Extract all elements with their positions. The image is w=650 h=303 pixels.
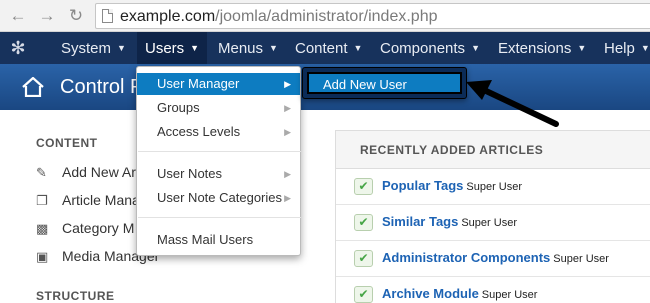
menu-item-user-notes[interactable]: User Notes ▶ bbox=[137, 163, 300, 185]
menu-users[interactable]: Users ▼ bbox=[137, 32, 208, 64]
copy-icon: ❐ bbox=[36, 193, 48, 208]
sidebar-item-label: Article Mana bbox=[62, 192, 140, 208]
recent-articles-panel: RECENTLY ADDED ARTICLES ✔ Popular Tags Su… bbox=[335, 130, 650, 303]
menu-item-label: Mass Mail Users bbox=[157, 232, 254, 247]
menu-help-label: Help bbox=[604, 40, 635, 57]
menu-item-groups[interactable]: Groups ▶ bbox=[137, 97, 300, 119]
menu-item-label: Groups bbox=[157, 100, 200, 115]
menu-content-label: Content bbox=[295, 40, 348, 57]
menu-item-user-note-categories[interactable]: User Note Categories ▶ bbox=[137, 187, 300, 209]
caret-down-icon: ▼ bbox=[269, 43, 278, 53]
published-check-icon[interactable]: ✔ bbox=[354, 214, 373, 231]
caret-down-icon: ▼ bbox=[471, 43, 480, 53]
panel-title: RECENTLY ADDED ARTICLES bbox=[360, 143, 544, 157]
article-link[interactable]: Popular Tags bbox=[382, 178, 463, 193]
menu-item-label: User Note Categories bbox=[157, 190, 282, 205]
article-row: ✔ Administrator Components Super User bbox=[336, 241, 650, 277]
menu-users-label: Users bbox=[145, 40, 185, 57]
article-author: Super User bbox=[553, 253, 609, 265]
article-link[interactable]: Archive Module bbox=[382, 286, 479, 301]
joomla-logo-icon[interactable]: ✻ bbox=[8, 38, 28, 58]
users-dropdown-menu: User Manager ▶ Groups ▶ Access Levels ▶ Use… bbox=[136, 66, 301, 256]
menu-system[interactable]: System ▼ bbox=[61, 32, 126, 64]
menu-content[interactable]: Content ▼ bbox=[295, 32, 362, 64]
sidebar-item-article-manager[interactable]: ❐ Article Mana bbox=[36, 192, 140, 212]
url-text[interactable]: example.com/joomla/administrator/index.p… bbox=[120, 7, 438, 26]
menu-help[interactable]: Help ▼ bbox=[604, 32, 650, 64]
forward-arrow-icon[interactable]: → bbox=[37, 6, 57, 26]
sidebar-item-add-new-article[interactable]: ✎ Add New Ar bbox=[36, 164, 136, 184]
article-author: Super User bbox=[481, 289, 538, 301]
menu-item-access-levels[interactable]: Access Levels ▶ bbox=[137, 121, 300, 143]
menu-item-label: User Manager bbox=[157, 76, 240, 91]
menu-divider bbox=[138, 151, 301, 152]
panel-header: RECENTLY ADDED ARTICLES bbox=[336, 131, 650, 169]
article-row: ✔ Popular Tags Super User bbox=[336, 169, 650, 205]
menu-item-label: Access Levels bbox=[157, 124, 241, 139]
published-check-icon[interactable]: ✔ bbox=[354, 286, 373, 303]
sidebar-item-label: Category M bbox=[62, 220, 135, 236]
menu-components[interactable]: Components ▼ bbox=[380, 32, 480, 64]
menu-extensions[interactable]: Extensions ▼ bbox=[498, 32, 586, 64]
chevron-right-icon: ▶ bbox=[284, 169, 291, 179]
menu-divider bbox=[138, 217, 301, 218]
caret-down-icon: ▼ bbox=[117, 43, 126, 53]
menu-item-mass-mail-users[interactable]: Mass Mail Users bbox=[137, 229, 300, 251]
article-author: Super User bbox=[466, 181, 523, 193]
caret-down-icon: ▼ bbox=[577, 43, 587, 53]
url-path: /joomla/administrator/index.php bbox=[215, 8, 438, 25]
chevron-right-icon: ▶ bbox=[284, 127, 291, 137]
menu-system-label: System bbox=[61, 40, 112, 57]
menu-components-label: Components bbox=[380, 40, 466, 57]
page-icon bbox=[102, 9, 113, 23]
chevron-right-icon: ▶ bbox=[284, 103, 291, 113]
reload-icon[interactable]: ↻ bbox=[66, 6, 86, 26]
back-arrow-icon[interactable]: ← bbox=[8, 6, 28, 26]
image-icon: ▣ bbox=[36, 249, 49, 264]
menu-extensions-label: Extensions bbox=[498, 40, 572, 57]
article-link[interactable]: Administrator Components bbox=[382, 250, 550, 265]
article-row: ✔ Similar Tags Super User bbox=[336, 205, 650, 241]
article-link[interactable]: Similar Tags bbox=[382, 214, 458, 229]
menu-item-user-manager[interactable]: User Manager ▶ bbox=[137, 73, 300, 95]
menu-item-add-new-user[interactable]: Add New User bbox=[307, 72, 462, 94]
caret-down-icon: ▼ bbox=[640, 43, 650, 53]
published-check-icon[interactable]: ✔ bbox=[354, 178, 373, 195]
menu-item-label: User Notes bbox=[157, 166, 223, 181]
user-manager-submenu: Add New User bbox=[302, 67, 467, 99]
sidebar-item-category-manager[interactable]: ▩ Category M bbox=[36, 220, 134, 240]
page-title: Control P bbox=[60, 76, 144, 98]
published-check-icon[interactable]: ✔ bbox=[354, 250, 373, 267]
home-icon bbox=[22, 77, 44, 97]
browser-toolbar: ← → ↻ example.com/joomla/administrator/i… bbox=[0, 0, 650, 32]
chevron-right-icon: ▶ bbox=[284, 79, 291, 89]
chevron-right-icon: ▶ bbox=[284, 193, 291, 203]
folder-icon: ▩ bbox=[36, 221, 49, 236]
url-domain: example.com bbox=[120, 8, 216, 25]
menu-menus-label: Menus bbox=[218, 40, 264, 57]
sidebar-item-label: Add New Ar bbox=[62, 164, 136, 180]
content-heading: CONTENT bbox=[36, 136, 98, 150]
article-row: ✔ Archive Module Super User bbox=[336, 277, 650, 303]
caret-down-icon: ▼ bbox=[353, 43, 363, 53]
menu-menus[interactable]: Menus ▼ bbox=[218, 32, 278, 64]
pencil-icon: ✎ bbox=[36, 165, 47, 180]
caret-down-icon: ▼ bbox=[190, 43, 200, 53]
article-author: Super User bbox=[461, 217, 517, 229]
address-bar[interactable]: example.com/joomla/administrator/index.p… bbox=[95, 3, 650, 29]
structure-heading: STRUCTURE bbox=[36, 289, 115, 303]
annotation-arrow-icon bbox=[466, 80, 559, 127]
admin-navbar: ✻ System ▼ Users ▼ Menus ▼ Content ▼ Compone… bbox=[0, 32, 650, 64]
